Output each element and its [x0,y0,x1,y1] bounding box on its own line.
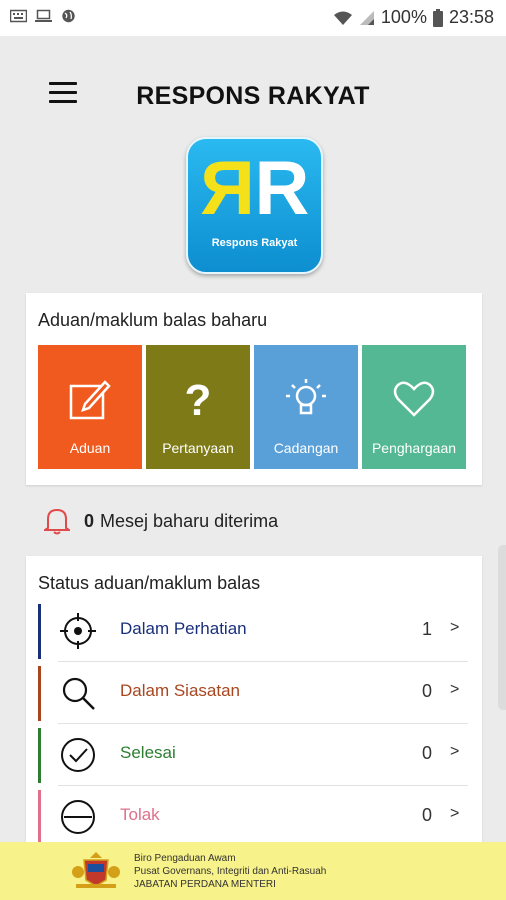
status-count: 0 [422,681,433,701]
new-feedback-heading: Aduan/maklum balas baharu [38,310,268,330]
aduan-label: Aduan [69,440,111,456]
status-row-dalam-siasatan[interactable]: Dalam Siasatan 0 > [38,662,468,724]
status-label: Dalam Perhatian [120,619,247,638]
status-row-selesai[interactable]: Selesai 0 > [38,724,468,786]
status-count: 0 [422,805,433,825]
app-title: RESPONS RAKYAT [136,82,370,110]
footer-line-1: Biro Pengaduan Awam [134,853,236,864]
status-bar: 100% 23:58 [0,0,506,36]
svg-text:?: ? [185,377,212,421]
new-message-text: Mesej baharu diterima [100,510,279,531]
status-heading: Status aduan/maklum balas [38,573,261,593]
scroll-handle[interactable] [498,545,506,710]
status-count: 1 [422,619,433,639]
question-icon: ? [185,377,212,421]
app-bar: RESPONS RAKYAT [0,62,506,132]
new-message-count: 0 [84,510,95,531]
wifi-icon [333,11,352,25]
check-circle-icon [61,738,95,772]
pertanyaan-label: Pertanyaan [162,440,234,456]
edit-icon [69,380,111,420]
bell-icon [44,508,70,535]
status-count: 0 [422,743,433,763]
aduan-tile-button[interactable]: Aduan [38,345,142,469]
target-icon [60,613,96,649]
cadangan-tile-button[interactable]: Cadangan [254,345,358,469]
lightbulb-icon [286,379,326,415]
cadangan-label: Cadangan [273,440,339,456]
heart-icon [393,381,435,417]
notification-row[interactable]: 0 Mesej baharu diterima [44,507,278,535]
logo-text: Respons Rakyat [211,237,298,249]
chevron-right-icon: > [450,681,460,698]
magnifier-icon [62,677,95,710]
footer-line-2: Pusat Governans, Integriti dan Anti-Rasu… [134,866,327,877]
status-row-tolak[interactable]: Tolak 0 > [38,786,468,848]
app-logo: RR Respons Rakyat [186,137,323,274]
status-card: Status aduan/maklum balas Dalam Perhatia… [26,556,482,856]
pertanyaan-tile-button[interactable]: ? Pertanyaan [146,345,250,469]
status-label: Dalam Siasatan [120,681,241,700]
keyboard-icon [10,9,27,23]
battery-icon [432,8,443,27]
minus-circle-icon [61,800,95,834]
penghargaan-tile-button[interactable]: Penghargaan [362,345,466,469]
status-row-dalam-perhatian[interactable]: Dalam Perhatian 1 > [38,600,468,662]
status-label: Selesai [120,743,176,762]
penghargaan-label: Penghargaan [371,440,457,456]
globe-icon [62,9,75,23]
clock: 23:58 [448,7,494,27]
footer-line-3: JABATAN PERDANA MENTERI [134,879,276,890]
coat-of-arms-icon [72,852,120,888]
chevron-right-icon: > [450,743,460,760]
chevron-right-icon: > [450,619,460,636]
new-feedback-card: Aduan/maklum balas baharu Aduan ? Pertan… [26,293,482,485]
status-label: Tolak [120,805,160,824]
battery-percent: 100% [380,7,427,27]
footer-banner: Biro Pengaduan Awam Pusat Governans, Int… [0,842,506,900]
laptop-icon [35,9,52,22]
signal-icon [359,10,374,25]
chevron-right-icon: > [450,805,460,822]
